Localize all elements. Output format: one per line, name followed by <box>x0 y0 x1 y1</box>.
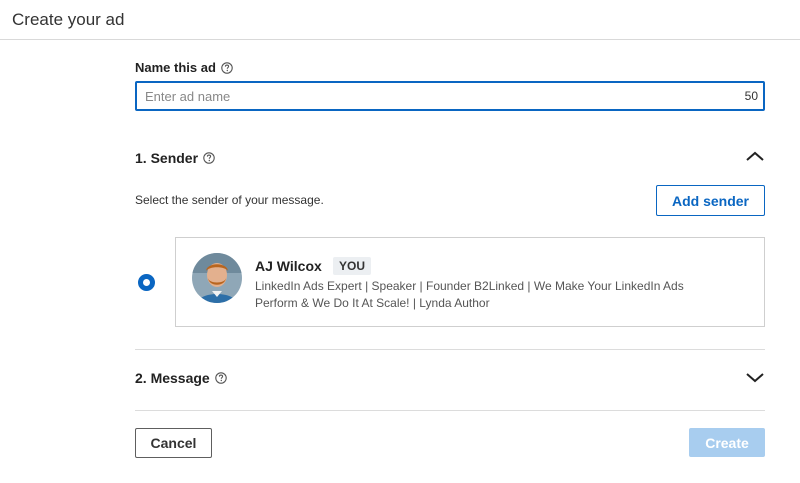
create-button[interactable]: Create <box>689 428 765 457</box>
char-count: 50 <box>744 89 758 103</box>
sender-description: Select the sender of your message. <box>135 193 324 207</box>
sender-section-title: 1. Sender <box>135 150 199 166</box>
chevron-down-icon[interactable] <box>745 369 765 385</box>
name-field-label: Name this ad <box>135 60 216 75</box>
ad-name-input[interactable] <box>145 88 705 105</box>
sender-section-header[interactable]: 1. Sender <box>135 146 765 170</box>
cancel-button[interactable]: Cancel <box>135 428 212 458</box>
section-divider <box>135 349 765 350</box>
sender-name: AJ Wilcox <box>255 258 322 274</box>
section-divider <box>135 410 765 411</box>
message-section-header[interactable]: 2. Message <box>135 366 765 390</box>
ad-name-field[interactable]: 50 <box>135 81 765 111</box>
message-section-title: 2. Message <box>135 370 210 386</box>
help-icon[interactable] <box>221 61 233 74</box>
help-icon[interactable] <box>214 372 227 384</box>
name-field-label-row: Name this ad <box>135 60 233 75</box>
add-sender-button[interactable]: Add sender <box>656 185 765 216</box>
sender-card[interactable]: AJ Wilcox YOU LinkedIn Ads Expert | Spea… <box>175 237 765 327</box>
chevron-up-icon[interactable] <box>745 149 765 165</box>
modal-header: Create your ad <box>0 0 800 40</box>
avatar <box>192 253 242 303</box>
help-icon[interactable] <box>203 152 215 164</box>
you-badge: YOU <box>333 257 372 275</box>
sender-headline: LinkedIn Ads Expert | Speaker | Founder … <box>255 279 684 310</box>
sender-radio-selected[interactable] <box>138 274 155 291</box>
modal-title: Create your ad <box>12 10 125 29</box>
